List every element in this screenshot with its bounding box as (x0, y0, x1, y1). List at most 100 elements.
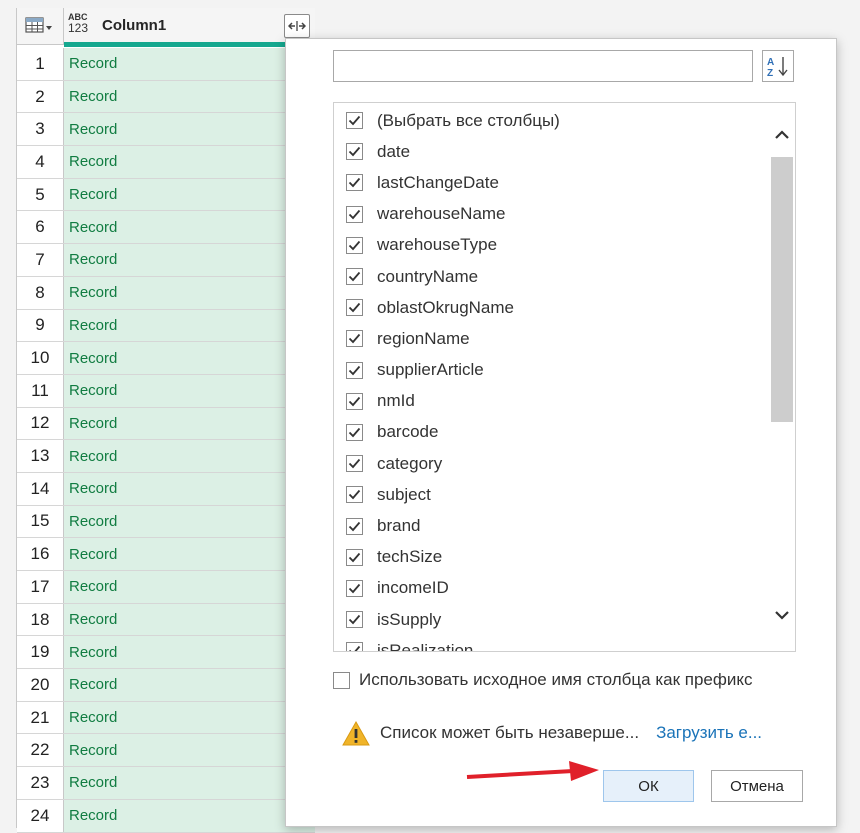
column-option[interactable]: (Выбрать все столбцы) (346, 105, 560, 136)
expand-column-button[interactable] (284, 14, 310, 38)
record-cell[interactable]: Record (64, 407, 315, 440)
column-option[interactable]: isSupply (346, 604, 560, 635)
record-cell[interactable]: Record (64, 178, 315, 211)
row-number[interactable]: 12 (17, 407, 64, 440)
column-checkbox[interactable] (346, 548, 363, 566)
sort-az-button[interactable]: A Z (762, 50, 794, 82)
record-cell[interactable]: Record (64, 603, 315, 636)
record-cell[interactable]: Record (64, 636, 315, 669)
table-row[interactable]: 1 Record (17, 48, 315, 81)
column-checkbox[interactable] (346, 642, 363, 651)
prefix-checkbox[interactable] (333, 671, 350, 689)
record-cell[interactable]: Record (64, 80, 315, 113)
column-checkbox[interactable] (346, 299, 363, 317)
table-row[interactable]: 4 Record (17, 146, 315, 179)
table-row[interactable]: 6 Record (17, 211, 315, 245)
column-checkbox[interactable] (346, 330, 363, 348)
column-checkbox[interactable] (346, 392, 363, 410)
column-checkbox[interactable] (346, 236, 363, 254)
column-option[interactable]: subject (346, 479, 560, 510)
record-cell[interactable]: Record (64, 669, 315, 701)
column-option[interactable]: brand (346, 510, 560, 541)
ok-button[interactable]: ОК (603, 770, 694, 802)
scrollbar-thumb[interactable] (771, 157, 793, 422)
scroll-up-icon[interactable] (769, 121, 795, 149)
cancel-button[interactable]: Отмена (711, 770, 803, 802)
record-cell[interactable]: Record (64, 48, 315, 80)
row-number[interactable]: 3 (17, 113, 64, 146)
column-checkbox[interactable] (346, 361, 363, 379)
column-checkbox[interactable] (346, 423, 363, 441)
column-option[interactable]: nmId (346, 386, 560, 417)
table-row[interactable]: 21 Record (17, 701, 315, 735)
record-cell[interactable]: Record (64, 734, 315, 767)
column-option[interactable]: category (346, 448, 560, 479)
row-number[interactable]: 9 (17, 309, 64, 342)
record-cell[interactable]: Record (64, 244, 315, 276)
column-checkbox[interactable] (346, 112, 363, 130)
table-row[interactable]: 3 Record (17, 113, 315, 147)
column-option[interactable]: countryName (346, 261, 560, 292)
row-number[interactable]: 14 (17, 472, 64, 505)
record-cell[interactable]: Record (64, 701, 315, 734)
table-row[interactable]: 9 Record (17, 309, 315, 343)
record-cell[interactable]: Record (64, 571, 315, 603)
columns-list[interactable]: (Выбрать все столбцы) date lastChangeDate w… (333, 102, 796, 652)
column-checkbox[interactable] (346, 611, 363, 629)
row-number[interactable]: 23 (17, 767, 64, 799)
table-row[interactable]: 12 Record (17, 407, 315, 441)
row-number[interactable]: 8 (17, 276, 64, 309)
row-number[interactable]: 18 (17, 603, 64, 636)
column-option[interactable]: warehouseType (346, 230, 560, 261)
row-number[interactable]: 5 (17, 178, 64, 211)
table-row[interactable]: 17 Record (17, 571, 315, 604)
load-more-link[interactable]: Загрузить е... (656, 723, 762, 743)
table-row[interactable]: 11 Record (17, 374, 315, 408)
table-row[interactable]: 10 Record (17, 342, 315, 375)
column-checkbox[interactable] (346, 143, 363, 161)
table-row[interactable]: 23 Record (17, 767, 315, 800)
table-row[interactable]: 18 Record (17, 603, 315, 637)
column-option[interactable]: incomeID (346, 573, 560, 604)
column-checkbox[interactable] (346, 174, 363, 192)
row-number[interactable]: 11 (17, 374, 64, 407)
row-number[interactable]: 17 (17, 571, 64, 603)
row-number[interactable]: 6 (17, 211, 64, 244)
column-checkbox[interactable] (346, 517, 363, 535)
record-cell[interactable]: Record (64, 505, 315, 538)
record-cell[interactable]: Record (64, 211, 315, 244)
record-cell[interactable]: Record (64, 440, 315, 472)
table-row[interactable]: 15 Record (17, 505, 315, 539)
record-cell[interactable]: Record (64, 767, 315, 799)
any-type-icon[interactable]: ABC 123 (68, 12, 94, 35)
record-cell[interactable]: Record (64, 342, 315, 374)
column-option[interactable]: lastChangeDate (346, 167, 560, 198)
search-input[interactable] (333, 50, 753, 82)
record-cell[interactable]: Record (64, 538, 315, 570)
row-number[interactable]: 15 (17, 505, 64, 538)
row-number[interactable]: 4 (17, 146, 64, 178)
row-number[interactable]: 7 (17, 244, 64, 276)
table-row[interactable]: 2 Record (17, 80, 315, 114)
row-number[interactable]: 20 (17, 669, 64, 701)
record-cell[interactable]: Record (64, 146, 315, 178)
row-number[interactable]: 19 (17, 636, 64, 669)
table-row[interactable]: 16 Record (17, 538, 315, 571)
column-option[interactable]: regionName (346, 323, 560, 354)
table-row[interactable]: 13 Record (17, 440, 315, 473)
column-checkbox[interactable] (346, 579, 363, 597)
row-number[interactable]: 22 (17, 734, 64, 767)
row-number[interactable]: 2 (17, 80, 64, 113)
record-cell[interactable]: Record (64, 374, 315, 407)
table-row[interactable]: 8 Record (17, 276, 315, 310)
column-option[interactable]: barcode (346, 417, 560, 448)
table-menu-icon[interactable] (17, 8, 64, 44)
prefix-option[interactable]: Использовать исходное имя столбца как пр… (333, 670, 752, 690)
column-option[interactable]: isRealization (346, 635, 560, 651)
row-number[interactable]: 24 (17, 799, 64, 832)
record-cell[interactable]: Record (64, 799, 315, 832)
column-option[interactable]: techSize (346, 542, 560, 573)
table-row[interactable]: 5 Record (17, 178, 315, 212)
column-header[interactable]: ABC 123 Column1 (64, 8, 314, 44)
record-cell[interactable]: Record (64, 276, 315, 309)
